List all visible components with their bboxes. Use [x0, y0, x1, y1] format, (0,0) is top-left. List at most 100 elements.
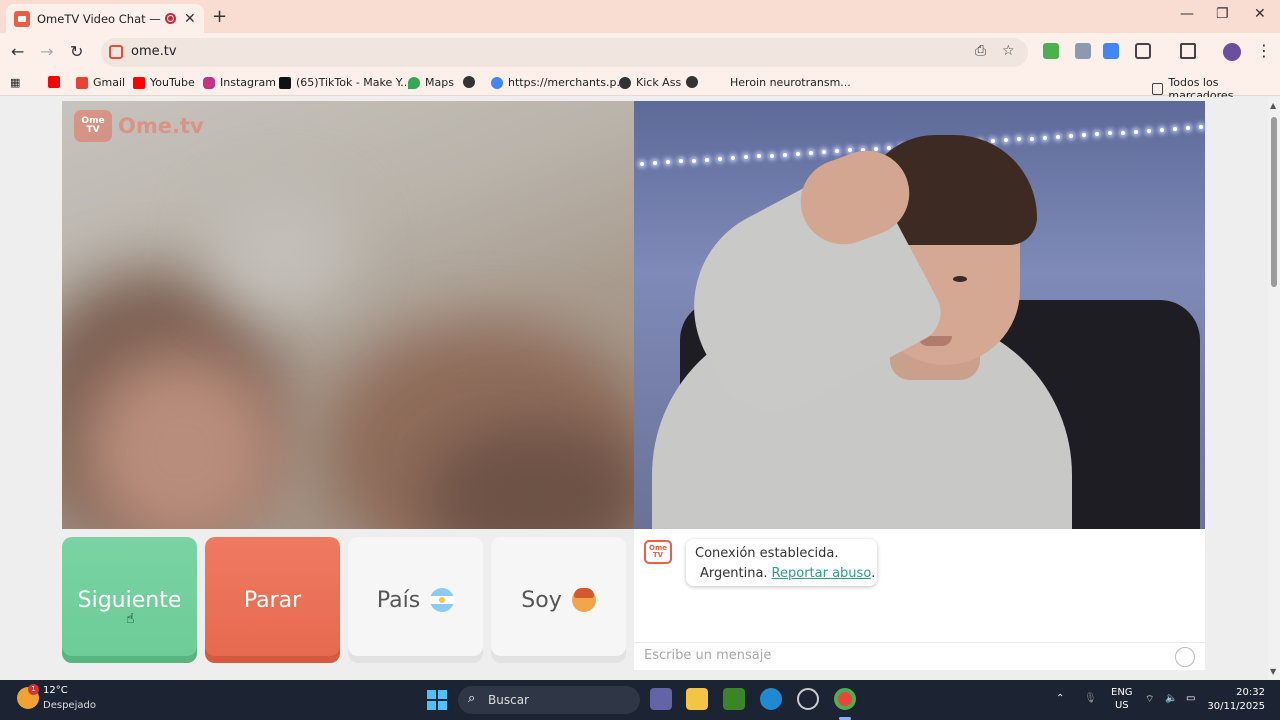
stop-button[interactable]: Parar	[205, 537, 340, 663]
close-tab-icon[interactable]: ✕	[184, 11, 196, 27]
scroll-thumb[interactable]	[1271, 117, 1277, 287]
bookmark-globe[interactable]	[463, 76, 480, 88]
bookmark-star-icon[interactable]: ☆	[1002, 43, 1015, 59]
partner-country: Argentina.	[700, 566, 768, 581]
scroll-up-icon[interactable]: ▲	[1270, 101, 1276, 110]
tray-overflow-chevron-icon[interactable]: ⌃	[1056, 693, 1064, 704]
system-clock[interactable]: 20:32 30/11/2025	[1207, 686, 1265, 714]
tab-search-icon[interactable]	[1180, 43, 1196, 59]
maps-icon	[408, 76, 420, 89]
battery-icon[interactable]: ▭	[1186, 693, 1195, 704]
led-light	[1121, 130, 1125, 135]
system-message: Conexión establecida. Argentina. Reporta…	[686, 539, 877, 586]
search-icon: ⌕	[468, 691, 476, 706]
address-bar[interactable]: ome.tv ⎙ ☆	[101, 38, 1028, 67]
bookmark-youtube[interactable]: YouTube	[133, 76, 195, 89]
gender-button[interactable]: Soy	[491, 537, 626, 663]
wifi-icon[interactable]: ⌔	[1145, 693, 1154, 706]
bookmark-globe-2[interactable]	[686, 76, 703, 88]
language-indicator[interactable]: ENG US	[1111, 686, 1133, 712]
led-light	[1147, 128, 1151, 133]
windows-start-icon[interactable]	[427, 690, 447, 710]
install-app-icon[interactable]: ⎙	[975, 43, 986, 59]
bookmark-tiktok[interactable]: (65)TikTok - Make Y...	[279, 76, 411, 89]
weather-condition[interactable]: Despejado	[43, 700, 96, 711]
ometv-logo[interactable]: Ome TV Ome.tv	[74, 110, 204, 142]
logo-text: Ome.tv	[118, 114, 204, 138]
camera-permission-icon[interactable]	[109, 45, 123, 59]
bookmark-kick-ass[interactable]: Kick Ass	[619, 76, 681, 89]
maximize-icon[interactable]: ❐	[1216, 6, 1229, 22]
notification-badge: 1	[28, 684, 39, 695]
local-video	[62, 101, 634, 529]
led-light	[692, 158, 696, 163]
led-light	[718, 156, 722, 161]
minecraft-icon[interactable]	[723, 688, 745, 710]
edge-icon[interactable]	[760, 688, 782, 710]
hand-cursor-icon: ☝	[126, 611, 135, 627]
new-tab-button[interactable]: +	[212, 6, 227, 27]
profile-avatar[interactable]	[1223, 43, 1241, 61]
browser-tab[interactable]: OmeTV Video Chat — Ome ✕	[6, 4, 204, 33]
led-light	[770, 153, 774, 158]
connection-status: Conexión establecida.	[695, 546, 839, 561]
ometv-favicon-icon	[14, 10, 30, 27]
scroll-down-icon[interactable]: ▼	[1270, 667, 1276, 676]
gmail-icon	[76, 76, 88, 89]
led-light	[1160, 128, 1164, 132]
emoji-icon[interactable]	[1175, 647, 1195, 667]
bookmark-youtube-shortcut[interactable]	[48, 76, 65, 88]
youtube-icon	[48, 76, 60, 88]
microphone-icon[interactable]: 🎙	[1084, 693, 1097, 704]
globe-icon	[463, 76, 475, 88]
google-icon	[491, 76, 503, 89]
extension-icon[interactable]	[1075, 43, 1091, 59]
minimize-icon[interactable]: —	[1180, 6, 1194, 22]
page-scrollbar[interactable]: ▲ ▼	[1268, 97, 1280, 680]
forward-icon[interactable]: →	[40, 42, 53, 61]
settings-gear-icon[interactable]	[797, 688, 819, 710]
boy-emoji-icon	[571, 588, 596, 612]
weather-temperature[interactable]: 12°C	[43, 685, 68, 696]
led-light	[809, 150, 813, 155]
tv-logo-icon: Ome TV	[74, 110, 112, 142]
instagram-icon	[203, 76, 215, 89]
extensions-puzzle-icon[interactable]	[1135, 43, 1151, 59]
country-button[interactable]: País	[348, 537, 483, 663]
tab-bar: OmeTV Video Chat — Ome ✕ + — ❐ ✕	[0, 0, 1280, 33]
url-text[interactable]: ome.tv	[131, 44, 177, 59]
globe-icon	[686, 76, 698, 88]
youtube-icon	[133, 76, 145, 89]
teams-icon[interactable]	[650, 688, 672, 710]
led-light	[1069, 133, 1073, 138]
led-light	[796, 151, 800, 156]
file-explorer-icon[interactable]	[686, 688, 708, 710]
bookmark-heroin[interactable]: Heroin neurotransm...	[730, 76, 851, 89]
apps-grid-icon[interactable]: ▦	[10, 76, 20, 89]
tiktok-icon	[279, 76, 291, 89]
translate-extension-icon[interactable]	[1103, 43, 1119, 59]
bookmark-maps[interactable]: Maps	[408, 76, 454, 89]
bookmark-merchants[interactable]: https://merchants.p...	[491, 76, 627, 89]
bookmark-gmail[interactable]: Gmail	[76, 76, 125, 89]
led-light	[1134, 129, 1138, 134]
more-menu-icon[interactable]: ⋮	[1256, 41, 1272, 60]
next-button[interactable]: Siguiente	[62, 537, 197, 663]
tab-title: OmeTV Video Chat — Ome	[37, 11, 161, 26]
chrome-icon[interactable]	[834, 688, 856, 710]
led-light	[783, 152, 787, 157]
back-icon[interactable]: ←	[11, 42, 24, 61]
bookmark-instagram[interactable]: Instagram	[203, 76, 276, 89]
argentina-flag-icon	[430, 588, 455, 612]
reload-icon[interactable]: ↻	[70, 42, 83, 61]
led-light	[1056, 134, 1060, 139]
volume-icon[interactable]: 🔈	[1165, 693, 1177, 704]
led-light	[705, 157, 709, 162]
report-abuse-link[interactable]: Reportar abuso	[772, 564, 872, 584]
led-light	[874, 146, 878, 151]
close-window-icon[interactable]: ✕	[1254, 6, 1266, 22]
extension-icon[interactable]	[1043, 43, 1059, 59]
windows-taskbar: 1 12°C Despejado ⌕ Buscar ⌃ 🎙 ENG US ⌔ 🔈…	[0, 680, 1280, 720]
message-input[interactable]: Escribe un mensaje	[644, 648, 771, 663]
taskbar-search[interactable]: ⌕ Buscar	[458, 686, 640, 714]
